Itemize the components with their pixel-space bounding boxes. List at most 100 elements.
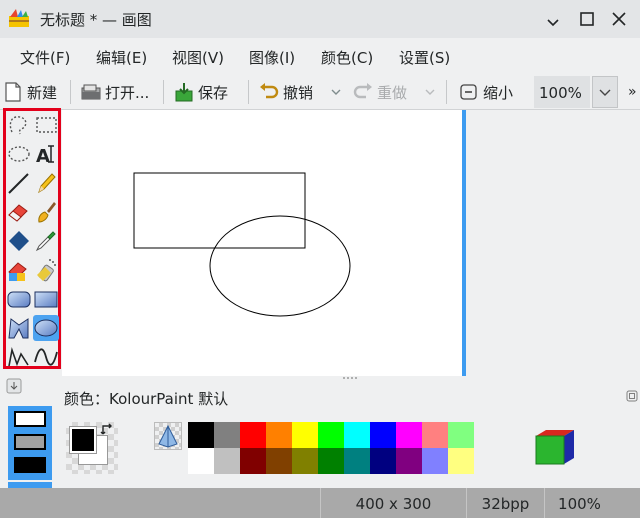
transparent-color-swatch[interactable] xyxy=(154,422,182,450)
undo-button[interactable]: 撤销 xyxy=(258,78,313,106)
ellipse-tool-icon xyxy=(34,319,58,337)
palette-swatch[interactable] xyxy=(214,422,240,448)
paint-app-icon xyxy=(9,9,29,27)
free-form-selection-icon[interactable] xyxy=(6,112,32,138)
pen-tool-icon[interactable] xyxy=(33,170,59,196)
palette-swatch[interactable] xyxy=(422,448,448,474)
palette-swatch[interactable] xyxy=(318,422,344,448)
main-toolbar: 新建 打开... 保存 撤销 重做 缩小 100% » xyxy=(0,74,640,110)
drawn-ellipse xyxy=(209,215,351,317)
palette-swatch[interactable] xyxy=(188,448,214,474)
polygon-tool-icon[interactable] xyxy=(6,315,32,341)
minimize-icon xyxy=(547,19,559,27)
menu-colors[interactable]: 颜色(C) xyxy=(321,47,373,68)
palette-swatch[interactable] xyxy=(344,422,370,448)
line-tool-icon[interactable] xyxy=(6,170,32,196)
palette-swatch[interactable] xyxy=(396,422,422,448)
title-bar: 无标题 * — 画图 xyxy=(0,0,640,38)
menu-image[interactable]: 图像(I) xyxy=(249,47,295,68)
palette-swatch[interactable] xyxy=(292,448,318,474)
eraser-tool-icon[interactable] xyxy=(6,199,32,225)
maximize-button[interactable] xyxy=(574,6,600,32)
open-button[interactable]: 打开... xyxy=(80,78,149,106)
toolbar-separator xyxy=(446,80,447,104)
ellipse-tool-button[interactable] xyxy=(33,315,59,341)
new-document-icon xyxy=(5,82,21,102)
palette-swatch[interactable] xyxy=(422,422,448,448)
redo-dropdown-chevron-icon[interactable] xyxy=(424,86,436,98)
fill-style-fg[interactable] xyxy=(14,457,46,473)
color-palette-name[interactable]: KolourPaint 默认 xyxy=(109,390,228,408)
palette-swatch[interactable] xyxy=(292,422,318,448)
status-zoom: 100% xyxy=(544,488,614,518)
zoom-level-combobox[interactable]: 100% xyxy=(534,76,590,108)
palette-swatch[interactable] xyxy=(370,448,396,474)
palette-swatch[interactable] xyxy=(370,422,396,448)
window-title: 无标题 * — 画图 xyxy=(40,11,152,29)
chevron-down-icon xyxy=(599,89,611,96)
undo-dropdown-chevron-icon[interactable] xyxy=(330,86,342,98)
palette-swatch[interactable] xyxy=(396,448,422,474)
save-label: 保存 xyxy=(198,83,229,102)
zoom-out-button[interactable]: 缩小 xyxy=(458,78,513,106)
save-button[interactable]: 保存 xyxy=(173,78,228,106)
toolbar-separator xyxy=(70,80,71,104)
new-button[interactable]: 新建 xyxy=(2,78,57,106)
open-label: 打开... xyxy=(105,83,150,102)
toolbar-separator xyxy=(163,80,164,104)
color-picker-tool-icon[interactable] xyxy=(33,228,59,254)
canvas-resize-edge[interactable] xyxy=(462,110,466,376)
canvas-scroll-area[interactable] xyxy=(62,110,640,376)
palette-swatch[interactable] xyxy=(214,448,240,474)
menu-bar: 文件(F) 编辑(E) 视图(V) 图像(I) 颜色(C) 设置(S) xyxy=(0,38,640,74)
palette-swatch[interactable] xyxy=(266,422,292,448)
canvas-drawing xyxy=(133,172,351,317)
palette-swatch[interactable] xyxy=(266,448,292,474)
undo-label: 撤销 xyxy=(283,83,314,102)
palette-swatch[interactable] xyxy=(344,448,370,474)
toolbar-separator xyxy=(248,80,249,104)
rectangle-tool-icon[interactable] xyxy=(33,286,59,312)
undock-icon[interactable] xyxy=(6,378,22,394)
undock-panel-icon[interactable] xyxy=(626,390,638,402)
flood-fill-tool-icon[interactable] xyxy=(6,228,32,254)
connected-lines-tool-icon[interactable] xyxy=(6,344,32,370)
drawing-canvas[interactable] xyxy=(62,110,462,376)
brush-tool-icon[interactable] xyxy=(33,199,59,225)
menu-file[interactable]: 文件(F) xyxy=(20,47,70,68)
toolbar-overflow-button[interactable]: » xyxy=(628,78,637,106)
spraycan-tool-icon[interactable] xyxy=(33,257,59,283)
color-panel: 颜色：KolourPaint 默认 xyxy=(62,380,640,488)
color-eraser-tool-icon[interactable] xyxy=(6,257,32,283)
fill-style-outline[interactable] xyxy=(14,411,46,427)
palette-swatch[interactable] xyxy=(318,448,344,474)
curve-tool-icon[interactable] xyxy=(33,344,59,370)
elliptical-selection-icon[interactable] xyxy=(6,141,32,167)
menu-settings[interactable]: 设置(S) xyxy=(399,47,450,68)
zoom-out-icon xyxy=(460,84,477,100)
menu-edit[interactable]: 编辑(E) xyxy=(96,47,147,68)
menu-view[interactable]: 视图(V) xyxy=(172,47,224,68)
minimize-button[interactable] xyxy=(540,6,566,32)
close-button[interactable] xyxy=(606,6,632,32)
drawn-rectangle xyxy=(133,172,306,249)
fill-style-outline-bg[interactable] xyxy=(14,434,46,450)
fill-style-selector[interactable] xyxy=(8,406,52,480)
svg-text:A: A xyxy=(36,146,50,167)
foreground-color-swatch[interactable] xyxy=(69,426,97,454)
close-icon xyxy=(612,12,626,26)
color-cube-icon[interactable] xyxy=(532,426,576,470)
palette-swatch[interactable] xyxy=(188,422,214,448)
palette-swatch[interactable] xyxy=(448,448,474,474)
palette-swatch[interactable] xyxy=(240,448,266,474)
swap-colors-icon[interactable] xyxy=(100,422,116,438)
transparent-pyramid-icon xyxy=(158,424,178,448)
palette-swatch[interactable] xyxy=(448,422,474,448)
rounded-rectangle-tool-icon[interactable] xyxy=(6,286,32,312)
text-tool-icon[interactable]: A xyxy=(33,141,59,167)
palette-swatch[interactable] xyxy=(240,422,266,448)
redo-button[interactable]: 重做 xyxy=(352,78,407,106)
new-label: 新建 xyxy=(27,83,58,102)
zoom-level-dropdown[interactable] xyxy=(592,76,618,108)
rectangular-selection-icon[interactable] xyxy=(33,112,59,138)
